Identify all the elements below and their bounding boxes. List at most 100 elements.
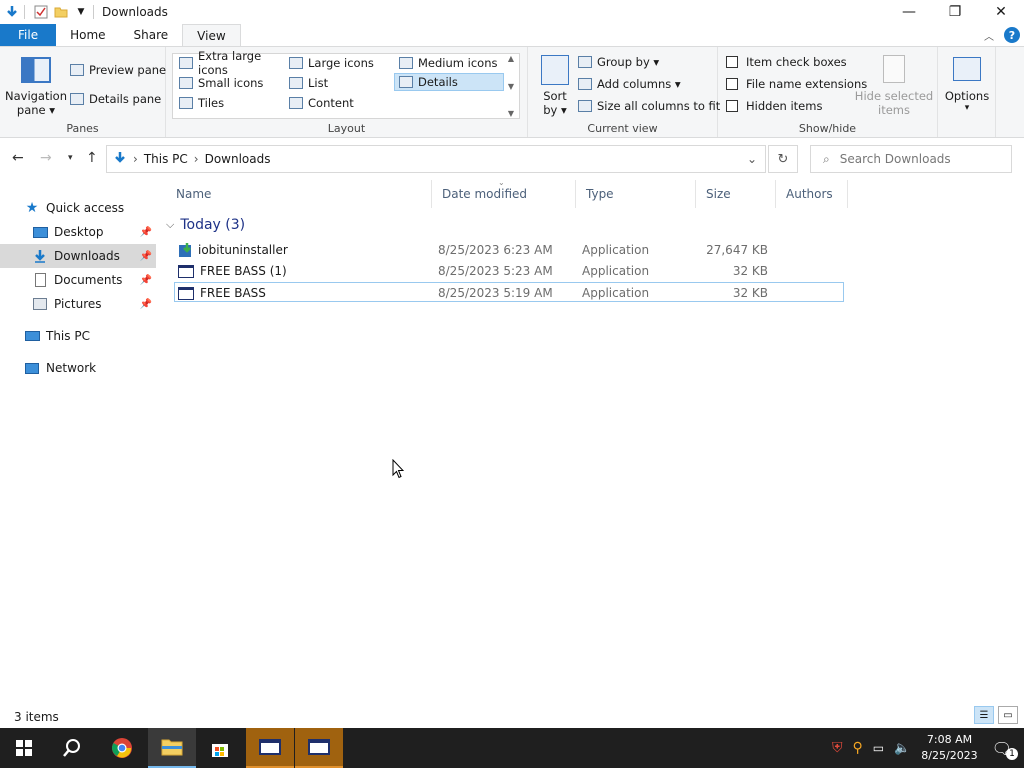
minimize-icon[interactable]: —	[886, 0, 932, 24]
pin-icon[interactable]: 📌	[140, 275, 152, 286]
column-authors[interactable]: Authors	[776, 180, 848, 208]
start-button[interactable]	[0, 728, 48, 768]
collapse-ribbon-icon[interactable]: ︿	[984, 28, 994, 43]
file-name-extensions-checkbox[interactable]: File name extensions	[726, 77, 867, 91]
layout-scroll[interactable]: ▲ ▼ ▼	[505, 54, 517, 118]
group-by-icon	[578, 56, 592, 68]
list-icon	[289, 77, 303, 89]
nav-pictures[interactable]: Pictures 📌	[0, 292, 156, 316]
recent-locations-chevron-icon[interactable]: ▾	[68, 153, 73, 163]
item-count: 3 items	[14, 710, 59, 724]
volume-icon[interactable]: 🔈	[894, 741, 910, 756]
expand-gallery-icon[interactable]: ▼	[508, 109, 514, 118]
item-check-boxes-checkbox[interactable]: Item check boxes	[726, 55, 847, 69]
nav-quick-access[interactable]: ★ Quick access	[0, 196, 156, 220]
chrome-icon[interactable]	[98, 728, 146, 768]
file-row[interactable]: FREE BASS 8/25/2023 5:19 AM Application …	[174, 282, 844, 302]
downloads-arrow-icon	[4, 4, 20, 20]
search-input[interactable]	[839, 152, 990, 166]
file-date-cell: 8/25/2023 5:19 AM	[438, 286, 553, 300]
column-name[interactable]: Name	[166, 180, 432, 208]
close-icon[interactable]: ✕	[978, 0, 1024, 24]
layout-large-icons[interactable]: Large icons	[285, 54, 393, 72]
application-icon	[178, 286, 194, 300]
file-explorer-taskbar-icon[interactable]	[148, 728, 196, 768]
network-tray-icon[interactable]: ▭	[873, 741, 884, 755]
address-dropdown-icon[interactable]: ⌄	[747, 152, 757, 166]
windows-logo-icon	[16, 740, 32, 756]
hide-selected-items-button[interactable]: Hide selected items	[855, 55, 933, 117]
nav-this-pc[interactable]: This PC	[0, 324, 156, 348]
group-by-button[interactable]: Group by ▾	[578, 55, 659, 69]
layout-list[interactable]: List	[285, 74, 393, 92]
pin-icon[interactable]: 📌	[140, 299, 152, 310]
medium-icons-icon	[399, 57, 413, 69]
nav-network[interactable]: Network	[0, 356, 156, 380]
tab-view[interactable]: View	[182, 24, 241, 46]
scroll-down-icon[interactable]: ▼	[508, 82, 514, 91]
up-arrow-icon[interactable]: ↑	[86, 150, 98, 166]
preview-pane-button[interactable]: Preview pane	[70, 63, 166, 77]
layout-tiles[interactable]: Tiles	[175, 94, 283, 112]
installer-icon	[178, 242, 194, 258]
file-row[interactable]: iobituninstaller 8/25/2023 6:23 AM Appli…	[174, 240, 844, 260]
column-size[interactable]: Size	[696, 180, 776, 208]
layout-content[interactable]: Content	[285, 94, 393, 112]
sort-by-button[interactable]: Sort by ▾	[538, 55, 572, 117]
forward-arrow-icon[interactable]: →	[40, 150, 52, 166]
nav-desktop[interactable]: Desktop 📌	[0, 220, 156, 244]
taskbar: ⛨ ⚲ ▭ 🔈 7:08 AM 8/25/2023 🗨 1	[0, 728, 1024, 768]
details-view-icon[interactable]: ☰	[974, 706, 994, 724]
options-button[interactable]: Options ▾	[942, 57, 992, 113]
help-icon[interactable]: ?	[1004, 27, 1020, 43]
tab-share[interactable]: Share	[120, 24, 183, 46]
nav-documents[interactable]: Documents 📌	[0, 268, 156, 292]
nav-downloads[interactable]: Downloads 📌	[0, 244, 156, 268]
show-hide-label: Show/hide	[798, 122, 857, 135]
tab-home[interactable]: Home	[56, 24, 119, 46]
layout-details[interactable]: Details	[394, 73, 504, 91]
layout-extra-large-icons[interactable]: Extra large icons	[175, 49, 283, 77]
search-taskbar-icon[interactable]	[48, 728, 96, 768]
customize-toolbar-chevron-icon[interactable]: ▼	[73, 4, 89, 20]
size-all-columns-button[interactable]: Size all columns to fit	[578, 99, 720, 113]
file-row[interactable]: FREE BASS (1) 8/25/2023 5:23 AM Applicat…	[174, 261, 844, 281]
details-pane-icon	[70, 93, 84, 105]
app-window-taskbar-icon[interactable]	[295, 728, 343, 768]
address-bar[interactable]: › This PC › Downloads ⌄	[106, 145, 766, 173]
refresh-icon[interactable]: ↻	[768, 145, 798, 173]
computer-icon	[24, 329, 40, 343]
new-folder-icon[interactable]	[53, 4, 69, 20]
breadcrumb-this-pc[interactable]: This PC	[144, 152, 188, 166]
file-name-cell: iobituninstaller	[178, 240, 434, 260]
ribbon: Navigation pane ▾ Preview pane Details p…	[0, 46, 1024, 138]
layout-medium-icons[interactable]: Medium icons	[395, 54, 503, 72]
layout-small-icons[interactable]: Small icons	[175, 74, 283, 92]
pin-icon[interactable]: 📌	[140, 227, 152, 238]
breadcrumb-downloads[interactable]: Downloads	[205, 152, 271, 166]
add-columns-button[interactable]: Add columns ▾	[578, 77, 681, 91]
search-tray-icon[interactable]: ⚲	[852, 740, 862, 756]
scroll-up-icon[interactable]: ▲	[508, 54, 514, 63]
properties-icon[interactable]	[33, 4, 49, 20]
clock[interactable]: 7:08 AM 8/25/2023	[921, 732, 977, 764]
details-icon	[399, 76, 413, 88]
details-pane-button[interactable]: Details pane	[70, 92, 161, 106]
notifications-icon[interactable]: 🗨 1	[992, 739, 1018, 760]
search-box[interactable]: ⌕	[810, 145, 1012, 173]
app-window-taskbar-icon[interactable]	[246, 728, 294, 768]
navigation-pane-button[interactable]: Navigation pane ▾	[5, 57, 67, 117]
current-view-label: Current view	[587, 122, 658, 135]
tab-file[interactable]: File	[0, 24, 57, 46]
security-shield-icon[interactable]: ⛨	[832, 740, 843, 756]
column-type[interactable]: Type	[576, 180, 696, 208]
group-header-today[interactable]: ⌵ Today (3)	[166, 214, 245, 236]
large-icons-view-icon[interactable]: ▭	[998, 706, 1018, 724]
tiles-icon	[179, 97, 193, 109]
hidden-items-checkbox[interactable]: Hidden items	[726, 99, 822, 113]
pin-icon[interactable]: 📌	[140, 251, 152, 262]
store-icon[interactable]	[196, 728, 244, 768]
back-arrow-icon[interactable]: ←	[12, 150, 24, 166]
view-toggle: ☰ ▭	[974, 706, 1018, 724]
restore-icon[interactable]: ❐	[932, 0, 978, 24]
